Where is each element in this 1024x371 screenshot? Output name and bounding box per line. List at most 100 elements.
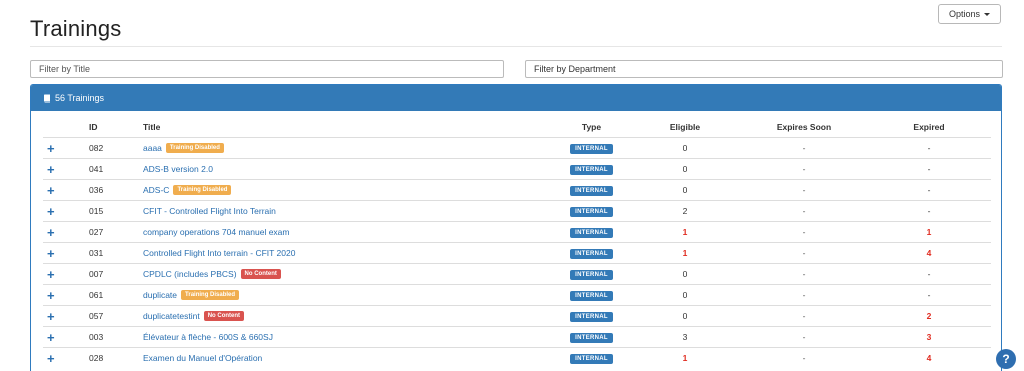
plus-icon[interactable]: + [47, 267, 55, 282]
type-label: INTERNAL [570, 270, 613, 280]
options-label: Options [948, 9, 981, 19]
type-label: INTERNAL [570, 165, 613, 175]
training-title-link[interactable]: aaaa [143, 143, 162, 153]
book-icon [44, 94, 50, 102]
training-id: 082 [89, 143, 104, 153]
expires-soon-count: - [802, 143, 806, 153]
table-row: +031 Controlled Flight Into terrain - CFI… [43, 242, 991, 263]
plus-icon[interactable]: + [47, 246, 55, 261]
filter-title-input[interactable] [30, 60, 504, 78]
plus-icon[interactable]: + [47, 330, 55, 345]
training-id: 007 [89, 269, 104, 279]
plus-icon[interactable]: + [47, 204, 55, 219]
status-badge: Training Disabled [173, 185, 232, 195]
plus-icon[interactable]: + [47, 225, 55, 240]
table-row: +082 aaaa Training Disabled INTERNAL 0 - - [43, 137, 991, 158]
expired-count: 1 [926, 227, 932, 237]
eligible-count: 2 [682, 206, 688, 216]
expired-count: - [927, 269, 931, 279]
trainings-panel: 56 Trainings ID Title Type Eligible Expi… [30, 84, 1002, 371]
type-label: INTERNAL [570, 333, 613, 343]
column-header-eligible[interactable]: Eligible [629, 122, 741, 132]
column-header-id[interactable]: ID [69, 122, 143, 132]
expires-soon-count: - [802, 290, 806, 300]
expired-count: 4 [926, 353, 932, 363]
expires-soon-count: - [802, 227, 806, 237]
expires-soon-count: - [802, 185, 806, 195]
training-title-link[interactable]: CPDLC (includes PBCS) [143, 269, 237, 279]
expired-count: - [927, 290, 931, 300]
table-row: +027 company operations 704 manuel exam IN… [43, 221, 991, 242]
eligible-count: 0 [682, 311, 688, 321]
column-header-expired[interactable]: Expired [867, 122, 991, 132]
status-badge: Training Disabled [181, 290, 240, 300]
training-id: 015 [89, 206, 104, 216]
training-id: 028 [89, 353, 104, 363]
training-title-link[interactable]: duplicatetestint [143, 311, 200, 321]
column-header-expires-soon[interactable]: Expires Soon [741, 122, 867, 132]
status-badge: No Content [240, 269, 281, 279]
table-row: +041 ADS-B version 2.0 INTERNAL 0 - - [43, 158, 991, 179]
training-title-link[interactable]: CFIT - Controlled Flight Into Terrain [143, 206, 276, 216]
plus-icon[interactable]: + [47, 288, 55, 303]
page-title: Trainings [30, 16, 122, 41]
column-header-title[interactable]: Title [143, 122, 554, 132]
expired-count: 3 [926, 332, 932, 342]
eligible-count: 0 [682, 269, 688, 279]
expired-count: 2 [926, 311, 932, 321]
plus-icon[interactable]: + [47, 351, 55, 366]
table-header-row: ID Title Type Eligible Expires Soon Expi… [43, 117, 991, 137]
training-id: 061 [89, 290, 104, 300]
table-row: +061 duplicate Training Disabled INTERNAL 0 -… [43, 284, 991, 305]
type-label: INTERNAL [570, 228, 613, 238]
expired-count: - [927, 143, 931, 153]
title-divider [30, 46, 1002, 47]
training-title-link[interactable]: ADS-C [143, 185, 169, 195]
table-row: +028 Examen du Manuel d'Opération INTERNAL… [43, 347, 991, 368]
training-id: 031 [89, 248, 104, 258]
expired-count: - [927, 206, 931, 216]
column-header-type[interactable]: Type [554, 122, 629, 132]
plus-icon[interactable]: + [47, 183, 55, 198]
filter-department-input[interactable] [525, 60, 1003, 78]
plus-icon[interactable]: + [47, 162, 55, 177]
eligible-count: 1 [682, 248, 688, 258]
table-row: +015 CFIT - Controlled Flight Into Terrai… [43, 200, 991, 221]
table-body: +082 aaaa Training Disabled INTERNAL 0 - - +0 4 1… [43, 137, 991, 368]
eligible-count: 1 [682, 227, 688, 237]
expires-soon-count: - [802, 269, 806, 279]
table-row: +007 CPDLC (includes PBCS) No Content INTER… [43, 263, 991, 284]
status-badge: No Content [203, 311, 245, 321]
training-id: 027 [89, 227, 104, 237]
help-icon: ? [1002, 352, 1010, 366]
trainings-table: ID Title Type Eligible Expires Soon Expi… [43, 117, 991, 368]
help-button[interactable]: ? [996, 349, 1016, 369]
type-label: INTERNAL [570, 249, 613, 259]
type-label: INTERNAL [570, 291, 613, 301]
training-id: 036 [89, 185, 104, 195]
expired-count: 4 [926, 248, 932, 258]
caret-down-icon [984, 12, 991, 16]
training-title-link[interactable]: ADS-B version 2.0 [143, 164, 213, 174]
type-label: INTERNAL [570, 207, 613, 217]
expires-soon-count: - [802, 311, 806, 321]
training-title-link[interactable]: Élévateur à flèche - 600S & 660SJ [143, 332, 273, 342]
plus-icon[interactable]: + [47, 141, 55, 156]
options-button[interactable]: Options [938, 4, 1001, 24]
type-label: INTERNAL [570, 144, 613, 154]
expires-soon-count: - [802, 248, 806, 258]
training-title-link[interactable]: Examen du Manuel d'Opération [143, 353, 262, 363]
expired-count: - [927, 185, 931, 195]
training-title-link[interactable]: company operations 704 manuel exam [143, 227, 289, 237]
eligible-count: 1 [682, 353, 688, 363]
eligible-count: 3 [682, 332, 688, 342]
expired-count: - [927, 164, 931, 174]
expires-soon-count: - [802, 164, 806, 174]
table-row: +036 ADS-C Training Disabled INTERNAL 0 - - [43, 179, 991, 200]
expires-soon-count: - [802, 353, 806, 363]
eligible-count: 0 [682, 290, 688, 300]
panel-heading: 56 Trainings [31, 85, 1001, 111]
training-title-link[interactable]: duplicate [143, 290, 177, 300]
training-title-link[interactable]: Controlled Flight Into terrain - CFIT 20… [143, 248, 295, 258]
plus-icon[interactable]: + [47, 309, 55, 324]
